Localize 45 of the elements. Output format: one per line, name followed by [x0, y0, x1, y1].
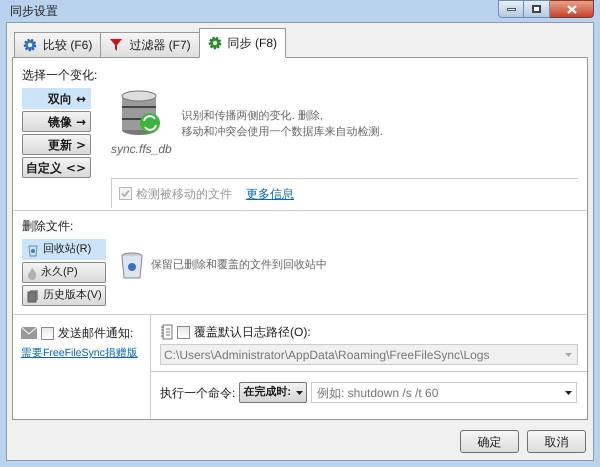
maximize-button[interactable] [524, 0, 550, 18]
tab[interactable]: 同步 (F8) [198, 28, 286, 58]
command-label: 执行一个命令: [160, 384, 236, 402]
variant-button[interactable]: 更新 > [22, 134, 91, 155]
recycle-bin-icon [26, 242, 40, 256]
variant-button[interactable]: 自定义 <> [22, 157, 91, 178]
dropdown-arrow-icon [565, 391, 572, 395]
variant-button[interactable]: 双向 ↔ [22, 88, 91, 109]
section-label: 删除文件: [22, 218, 74, 235]
description-text: 保留已删除和覆盖的文件到回收站中 [151, 258, 327, 274]
envelope-icon [21, 327, 37, 339]
recycle-bin-icon [121, 252, 143, 280]
variant-button[interactable]: 镜像 → [22, 111, 91, 132]
gear-icon [23, 38, 37, 52]
minimize-button[interactable] [498, 0, 524, 18]
window-title: 同步设置 [9, 3, 58, 20]
funnel-icon [109, 38, 124, 52]
donation-link[interactable]: 需要FreeFileSync捐赠版 [21, 346, 138, 361]
dialog-button[interactable]: 确定 [460, 430, 519, 453]
checkbox-label: 覆盖默认日志路径(O): [194, 324, 311, 341]
checkbox[interactable] [41, 326, 54, 340]
gear-icon [208, 36, 222, 50]
log-path-field[interactable]: C:\Users\Administrator\AppData\Roaming\FreeFileSync\Logs [160, 344, 578, 365]
tab[interactable]: 比较 (F6) [14, 32, 102, 58]
dialog-button[interactable]: 取消 [527, 430, 586, 453]
deletion-option-button[interactable]: 永久(P) [22, 262, 106, 283]
close-button[interactable] [550, 0, 594, 18]
dropdown-arrow-icon [296, 390, 304, 394]
trigger-dropdown[interactable]: 在完成时: [239, 382, 308, 403]
command-field[interactable]: 例如: shutdown /s /t 60 [311, 382, 577, 403]
close-icon [566, 4, 576, 14]
database-caption: sync.ffs_db [111, 141, 172, 158]
deletion-option-button[interactable]: 回收站(R) [22, 239, 106, 260]
documents-icon [26, 288, 40, 302]
description-text: 识别和传播两侧的变化. 删除, [182, 108, 324, 124]
notepad-icon [160, 324, 173, 340]
checkbox-label: 发送邮件通知: [58, 325, 134, 342]
deletion-option-button[interactable]: 历史版本(V) [22, 285, 106, 306]
checkbox-label: 检测被移动的文件 [136, 186, 232, 202]
description-text: 移动和冲突会使用一个数据库来自动检测. [182, 124, 383, 140]
section-label: 选择一个变化: [22, 67, 98, 84]
tab[interactable]: 过滤器 (F7) [100, 32, 200, 58]
more-info-link[interactable]: 更多信息 [246, 184, 294, 202]
dropdown-arrow-icon [565, 352, 572, 356]
checkbox[interactable] [177, 326, 190, 338]
